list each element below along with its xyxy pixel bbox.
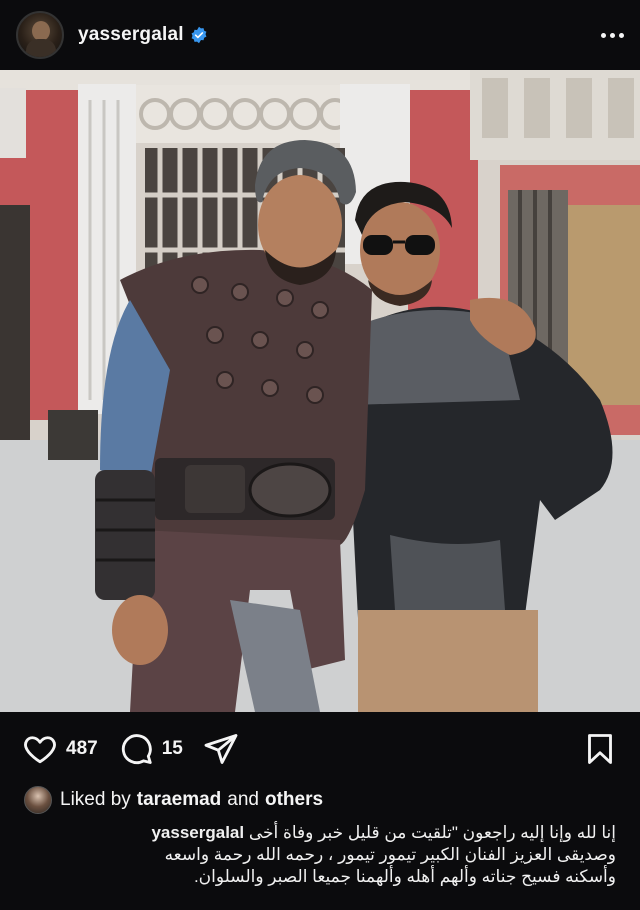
caption-line-2: وصديقى العزيز الفنان الكبير تيمور تيمور … [164,845,616,864]
post-caption: إنا لله وإنا إليه راجعون "تلقيت من قليل … [24,822,616,888]
more-dot [619,32,624,38]
liker-avatar[interactable] [24,786,52,814]
save-button[interactable] [582,731,618,767]
more-dot [610,32,615,38]
profile-avatar[interactable] [16,11,64,59]
comments-count[interactable]: 15 [162,738,183,760]
photo-illustration [0,70,640,712]
liked-by-row[interactable]: Liked by taraemad and others [24,786,323,814]
heart-icon [24,736,56,764]
like-button[interactable]: 487 [22,731,98,767]
username-link[interactable]: yassergalal [78,24,184,46]
liked-by-prefix: Liked by [60,789,131,810]
comment-button[interactable]: 15 [118,731,183,767]
caption-line-1: إنا لله وإنا إليه راجعون "تلقيت من قليل … [24,822,616,844]
post-actions-bar: 487 15 [0,712,640,786]
caption-username[interactable]: yassergalal [151,823,244,842]
share-button[interactable] [203,731,239,767]
caption-line-3: وأسكنه فسيح جناته وألهم أهله وألهمنا جمي… [193,867,616,886]
avatar-body [26,39,56,57]
share-icon [204,734,238,764]
post-photo[interactable] [0,70,640,712]
liked-by-connector: and [227,789,259,810]
comment-icon [121,734,152,765]
bookmark-icon [588,734,612,764]
avatar-head [32,21,50,41]
post-header: yassergalal [0,0,640,70]
more-options-button[interactable] [584,20,624,50]
likes-count[interactable]: 487 [66,738,98,760]
more-dot [601,32,606,38]
caption-line-1-text: إنا لله وإنا إليه راجعون "تلقيت من قليل … [248,823,616,842]
liked-by-others[interactable]: others [265,789,323,811]
liked-by-user[interactable]: taraemad [137,789,222,811]
verified-badge-icon [191,26,207,44]
